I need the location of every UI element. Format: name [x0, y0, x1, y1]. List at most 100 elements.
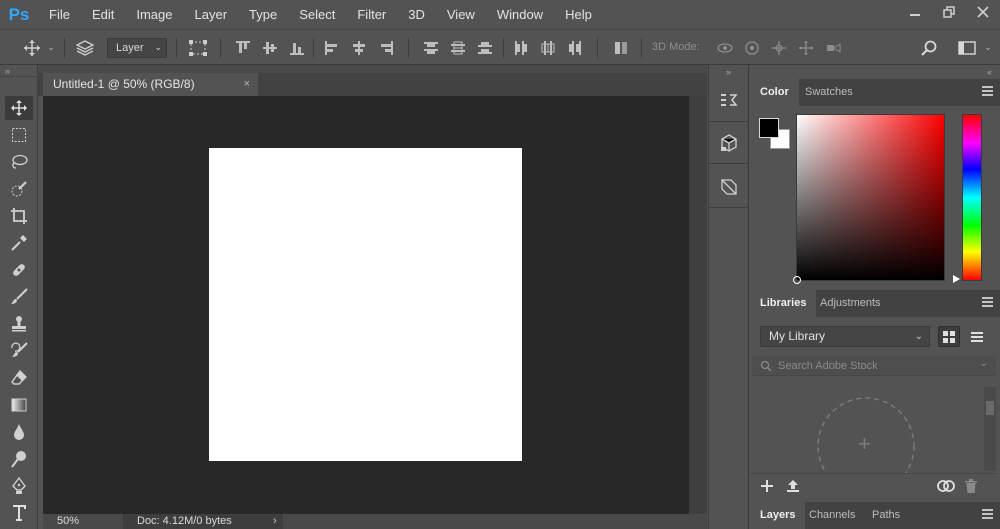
dist-vcenter-button[interactable] — [447, 30, 469, 65]
auto-select-toggle[interactable] — [74, 30, 96, 65]
foreground-color-swatch[interactable] — [759, 118, 779, 138]
eraser-tool[interactable] — [5, 366, 33, 390]
tab-channels[interactable]: Channels — [799, 502, 865, 529]
zoom-level[interactable]: 50% — [57, 515, 79, 527]
document-canvas[interactable] — [209, 148, 522, 461]
3d-roll-button[interactable] — [741, 30, 763, 65]
color-field[interactable] — [793, 114, 945, 284]
canvas-vertical-scrollbar[interactable] — [689, 96, 707, 514]
dist-hcenter-button[interactable] — [537, 30, 559, 65]
tab-paths[interactable]: Paths — [862, 502, 910, 529]
tools-collapse-button[interactable]: » — [0, 65, 37, 77]
options-bar: ⌄ Layer ⌄ 3D Mode: ⌄ — [0, 29, 1000, 65]
panel-menu-icon[interactable] — [982, 509, 993, 521]
panel-menu-icon[interactable] — [982, 297, 993, 309]
close-icon[interactable]: × — [244, 73, 250, 96]
menu-window[interactable]: Window — [486, 0, 554, 29]
library-scrollbar[interactable] — [984, 387, 996, 471]
tab-libraries[interactable]: Libraries — [750, 290, 817, 317]
3d-pan-button[interactable] — [768, 30, 790, 65]
dodge-tool[interactable] — [5, 447, 33, 471]
menu-view[interactable]: View — [436, 0, 486, 29]
menu-file[interactable]: File — [38, 0, 81, 29]
align-top-button[interactable] — [232, 30, 254, 65]
move-tool[interactable] — [5, 96, 33, 120]
crop-tool[interactable] — [5, 204, 33, 228]
upload-button[interactable] — [784, 478, 802, 494]
chevron-down-icon[interactable]: ⌄ — [982, 30, 994, 65]
panel-menu-icon[interactable] — [982, 86, 993, 98]
collapse-panels-button[interactable]: « — [750, 65, 1000, 79]
library-scrollbar-thumb[interactable] — [986, 401, 994, 415]
tab-adjustments[interactable]: Adjustments — [810, 290, 891, 317]
3d-panel-button[interactable] — [715, 129, 743, 157]
tab-layers[interactable]: Layers — [750, 502, 806, 529]
transform-controls-toggle[interactable] — [186, 30, 210, 65]
menu-select[interactable]: Select — [288, 0, 346, 29]
align-bottom-button[interactable] — [286, 30, 308, 65]
history-brush-tool[interactable] — [5, 339, 33, 363]
3d-slide-button[interactable] — [795, 30, 817, 65]
tab-color[interactable]: Color — [750, 79, 799, 106]
align-hcenter-button[interactable] — [348, 30, 370, 65]
blur-tool[interactable] — [5, 420, 33, 444]
expand-panels-button[interactable]: » — [709, 65, 748, 79]
creative-cloud-button[interactable] — [935, 478, 957, 494]
canvas-workspace[interactable] — [43, 96, 689, 514]
gradient-tool[interactable] — [5, 393, 33, 417]
add-icon[interactable]: + — [858, 431, 871, 457]
minimize-button[interactable] — [898, 0, 932, 24]
status-menu-arrow[interactable]: › — [273, 515, 277, 527]
dist-top-button[interactable] — [420, 30, 442, 65]
document-tab[interactable]: Untitled-1 @ 50% (RGB/8) × — [43, 73, 258, 96]
align-right-button[interactable] — [375, 30, 397, 65]
search-button[interactable] — [917, 30, 941, 65]
list-view-button[interactable] — [966, 326, 988, 347]
marquee-tool[interactable] — [5, 123, 33, 147]
search-stock-input[interactable] — [778, 358, 968, 374]
hue-slider-handle[interactable] — [953, 275, 960, 283]
dist-bottom-button[interactable] — [474, 30, 496, 65]
search-icon — [760, 360, 772, 372]
chevron-down-icon[interactable]: ⌄ — [45, 30, 57, 65]
align-left-button[interactable] — [321, 30, 343, 65]
menu-layer[interactable]: Layer — [184, 0, 239, 29]
menu-filter[interactable]: Filter — [346, 0, 397, 29]
3d-orbit-button[interactable] — [714, 30, 736, 65]
color-picker-handle[interactable] — [793, 276, 801, 284]
healing-brush-tool[interactable] — [5, 258, 33, 282]
menu-image[interactable]: Image — [125, 0, 183, 29]
auto-align-button[interactable] — [610, 30, 632, 65]
document-info[interactable]: Doc: 4.12M/0 bytes — [123, 514, 283, 529]
eyedropper-tool[interactable] — [5, 231, 33, 255]
delete-button[interactable] — [962, 478, 980, 494]
restore-button[interactable] — [932, 0, 966, 24]
dist-left-button[interactable] — [510, 30, 532, 65]
add-content-button[interactable] — [758, 478, 776, 494]
grid-view-button[interactable] — [938, 326, 960, 347]
tab-swatches[interactable]: Swatches — [795, 79, 863, 106]
history-panel-button[interactable] — [715, 87, 743, 115]
brush-tool[interactable] — [5, 285, 33, 309]
menu-type[interactable]: Type — [238, 0, 288, 29]
auto-select-dropdown[interactable]: Layer ⌄ — [107, 38, 167, 58]
lasso-tool[interactable] — [5, 150, 33, 174]
pen-tool[interactable] — [5, 474, 33, 498]
quick-select-tool[interactable] — [5, 177, 33, 201]
align-vcenter-button[interactable] — [259, 30, 281, 65]
library-dropdown[interactable]: My Library ⌄ — [760, 326, 930, 347]
library-dropdown-value: My Library — [769, 329, 826, 343]
menu-3d[interactable]: 3D — [397, 0, 436, 29]
3d-scale-button[interactable] — [822, 30, 844, 65]
clone-stamp-tool[interactable] — [5, 312, 33, 336]
tool-preset-button[interactable] — [18, 30, 46, 65]
close-button[interactable] — [966, 0, 1000, 24]
type-tool[interactable] — [5, 501, 33, 525]
chevron-down-icon[interactable]: ⌄ — [980, 358, 988, 369]
properties-panel-button[interactable] — [715, 173, 743, 201]
dist-right-button[interactable] — [564, 30, 586, 65]
hue-slider[interactable] — [962, 114, 982, 281]
workspace-button[interactable] — [954, 30, 980, 65]
menu-help[interactable]: Help — [554, 0, 603, 29]
menu-edit[interactable]: Edit — [81, 0, 125, 29]
